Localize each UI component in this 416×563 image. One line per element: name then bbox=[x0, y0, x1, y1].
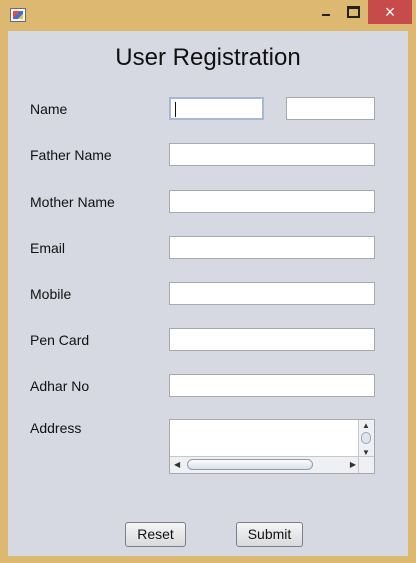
registration-window: × User Registration Name Father Name Mot… bbox=[0, 0, 416, 563]
scroll-corner bbox=[358, 456, 374, 473]
father-name-label: Father Name bbox=[30, 147, 112, 163]
address-horizontal-scrollbar[interactable]: ◀ ▶ bbox=[170, 456, 360, 473]
reset-button[interactable]: Reset bbox=[125, 522, 186, 547]
pen-card-field[interactable] bbox=[169, 328, 375, 351]
address-vertical-scrollbar[interactable]: ▲ ▼ bbox=[358, 420, 374, 458]
father-name-field[interactable] bbox=[169, 143, 375, 166]
pen-card-label: Pen Card bbox=[30, 332, 90, 348]
scroll-right-icon[interactable]: ▶ bbox=[350, 460, 356, 469]
email-field[interactable] bbox=[169, 236, 375, 259]
horizontal-scroll-thumb[interactable] bbox=[187, 459, 313, 470]
minimize-icon bbox=[322, 13, 330, 16]
form-panel: User Registration Name Father Name Mothe… bbox=[8, 31, 408, 556]
java-icon bbox=[10, 8, 26, 22]
last-name-field[interactable] bbox=[286, 97, 375, 120]
scroll-up-icon[interactable]: ▲ bbox=[362, 421, 370, 430]
first-name-field[interactable] bbox=[169, 97, 264, 120]
mother-name-label: Mother Name bbox=[30, 194, 115, 210]
submit-button[interactable]: Submit bbox=[236, 522, 303, 547]
adhar-no-field[interactable] bbox=[169, 374, 375, 397]
vertical-scroll-thumb[interactable] bbox=[361, 432, 371, 444]
mobile-field[interactable] bbox=[169, 282, 375, 305]
address-textarea[interactable]: ▲ ▼ ◀ ▶ bbox=[169, 419, 375, 474]
maximize-icon bbox=[346, 6, 360, 18]
close-button[interactable]: × bbox=[368, 0, 412, 24]
mother-name-field[interactable] bbox=[169, 190, 375, 213]
scroll-left-icon[interactable]: ◀ bbox=[174, 460, 180, 469]
title-bar[interactable]: × bbox=[0, 0, 416, 30]
name-label: Name bbox=[30, 101, 68, 117]
mobile-label: Mobile bbox=[30, 286, 72, 302]
close-icon: × bbox=[384, 1, 396, 22]
address-label: Address bbox=[30, 420, 82, 436]
adhar-no-label: Adhar No bbox=[30, 378, 90, 394]
email-label: Email bbox=[30, 240, 66, 256]
page-title: User Registration bbox=[115, 44, 301, 71]
minimize-button[interactable] bbox=[315, 0, 337, 24]
maximize-button[interactable] bbox=[342, 0, 364, 24]
text-caret bbox=[175, 102, 176, 117]
